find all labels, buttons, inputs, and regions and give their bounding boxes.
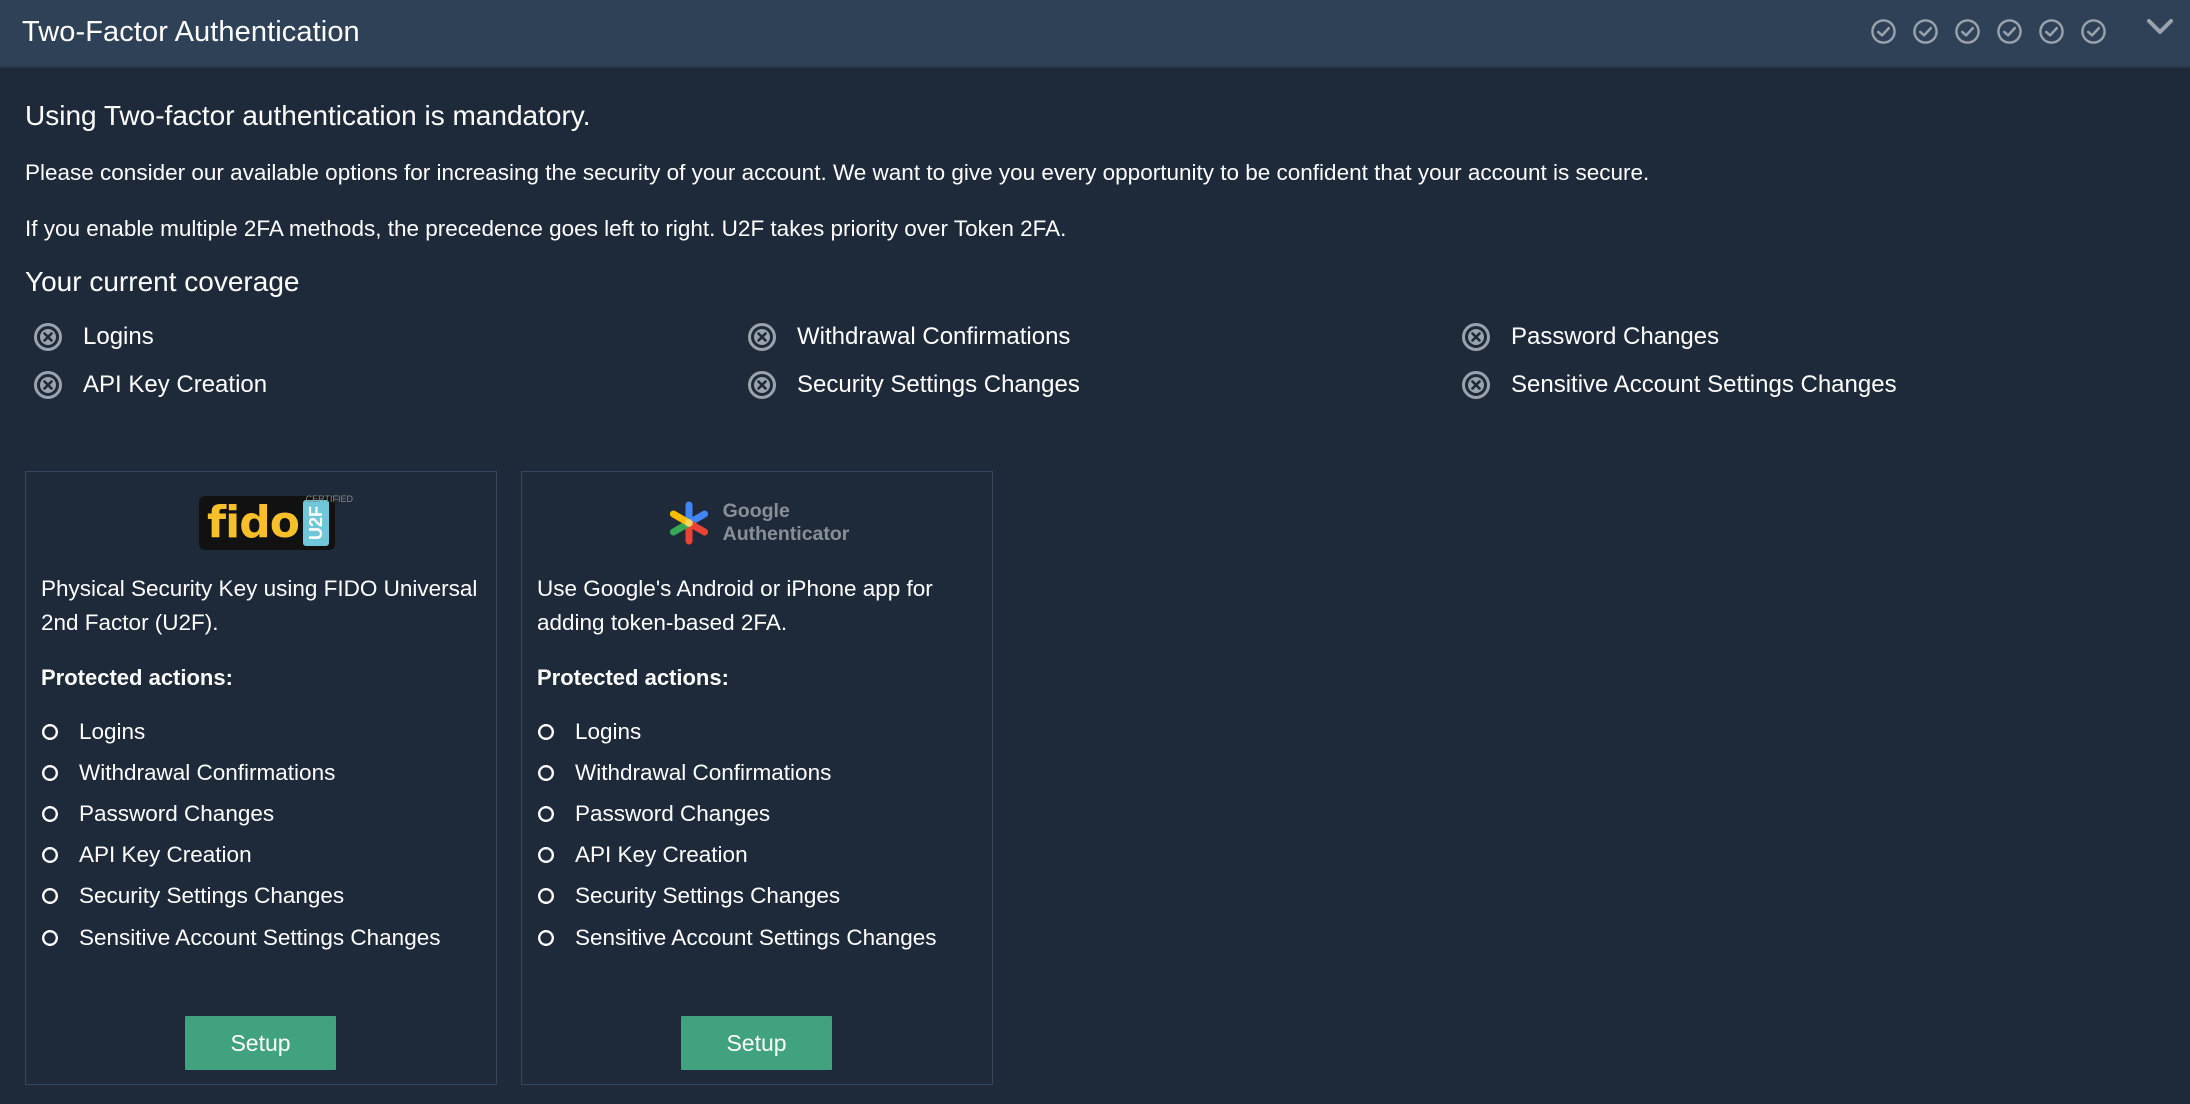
circle-icon (537, 888, 555, 905)
list-item: Sensitive Account Settings Changes (537, 917, 936, 958)
protected-actions-list: Logins Withdrawal Confirmations Password… (537, 711, 936, 958)
logo-line-google: Google (722, 500, 790, 522)
fido-logo-text: fido (207, 497, 300, 548)
coverage-item-password-changes: Password Changes (1461, 322, 1719, 352)
method-description: Physical Security Key using FIDO Univers… (41, 576, 478, 635)
coverage-label: Logins (83, 323, 154, 350)
coverage-item-logins: Logins (33, 322, 154, 352)
x-circle-icon (1462, 371, 1490, 399)
u2f-method-card: fido U2F CERTIFIED Physical Security Key… (25, 471, 497, 1085)
protected-actions-list: Logins Withdrawal Confirmations Password… (41, 711, 440, 958)
circle-icon (41, 764, 59, 781)
google-authenticator-method-card: Google Authenticator Use Google's Androi… (521, 471, 993, 1085)
logo-container: Google Authenticator (522, 494, 992, 552)
panel-title: Two-Factor Authentication (22, 16, 360, 48)
circle-icon (41, 805, 59, 822)
x-circle-icon (34, 323, 62, 351)
coverage-title: Your current coverage (25, 266, 300, 297)
list-item: Logins (41, 711, 440, 752)
u2f-logo-badge: U2F (302, 500, 329, 546)
action-label: Password Changes (79, 800, 275, 826)
circle-icon (537, 805, 555, 822)
precedence-paragraph: If you enable multiple 2FA methods, the … (25, 216, 1067, 241)
circle-icon (41, 888, 59, 905)
u2f-setup-button[interactable]: Setup (185, 1016, 336, 1070)
check-circle-icon (2039, 19, 2064, 44)
list-item: Password Changes (41, 793, 440, 834)
google-authenticator-logo: Google Authenticator (665, 499, 850, 547)
list-item: Security Settings Changes (537, 876, 936, 917)
action-label: API Key Creation (79, 842, 252, 868)
check-circle-icon (1955, 19, 1980, 44)
check-circle-icon (1913, 19, 1938, 44)
circle-icon (41, 847, 59, 864)
logo-container: fido U2F CERTIFIED (26, 494, 496, 552)
coverage-item-withdrawal-confirmations: Withdrawal Confirmations (747, 322, 1070, 352)
coverage-item-sensitive-account-settings-changes: Sensitive Account Settings Changes (1461, 370, 1897, 400)
list-item: Security Settings Changes (41, 876, 440, 917)
coverage-label: Password Changes (1511, 323, 1720, 350)
intro-paragraph: Please consider our available options fo… (25, 160, 1650, 185)
logo-line-authenticator: Authenticator (722, 523, 850, 545)
x-circle-icon (1462, 323, 1490, 351)
coverage-item-security-settings-changes: Security Settings Changes (747, 370, 1080, 400)
x-circle-icon (34, 371, 62, 399)
action-label: Logins (575, 718, 642, 744)
fido-u2f-logo: fido U2F CERTIFIED (199, 494, 353, 550)
action-label: Withdrawal Confirmations (79, 759, 336, 785)
status-icons (1870, 18, 2107, 45)
protected-actions-title: Protected actions: (41, 665, 233, 690)
google-authenticator-setup-button[interactable]: Setup (681, 1016, 832, 1070)
check-circle-icon (2081, 19, 2106, 44)
protected-actions-title: Protected actions: (537, 665, 729, 690)
list-item: API Key Creation (537, 835, 936, 876)
coverage-label: API Key Creation (83, 371, 268, 398)
panel-header[interactable]: Two-Factor Authentication (0, 0, 2190, 68)
list-item: API Key Creation (41, 835, 440, 876)
action-label: Sensitive Account Settings Changes (79, 924, 441, 950)
circle-icon (41, 723, 59, 740)
chevron-down-icon[interactable] (2145, 16, 2175, 38)
action-label: Password Changes (575, 800, 771, 826)
action-label: Security Settings Changes (79, 883, 345, 909)
method-description: Use Google's Android or iPhone app for a… (537, 576, 933, 635)
action-label: API Key Creation (575, 842, 748, 868)
google-authenticator-icon (669, 501, 708, 545)
circle-icon (537, 764, 555, 781)
circle-icon (537, 847, 555, 864)
coverage-label: Security Settings Changes (797, 371, 1080, 398)
certified-mark: CERTIFIED (305, 494, 353, 504)
list-item: Sensitive Account Settings Changes (41, 917, 440, 958)
check-circle-icon (1871, 19, 1896, 44)
action-label: Sensitive Account Settings Changes (575, 924, 937, 950)
x-circle-icon (748, 371, 776, 399)
circle-icon (537, 723, 555, 740)
mandatory-notice: Using Two-factor authentication is manda… (25, 100, 591, 131)
list-item: Logins (537, 711, 936, 752)
list-item: Withdrawal Confirmations (41, 752, 440, 793)
list-item: Withdrawal Confirmations (537, 752, 936, 793)
coverage-label: Sensitive Account Settings Changes (1511, 371, 1897, 398)
coverage-label: Withdrawal Confirmations (797, 323, 1071, 350)
circle-icon (537, 929, 555, 946)
circle-icon (41, 929, 59, 946)
list-item: Password Changes (537, 793, 936, 834)
action-label: Security Settings Changes (575, 883, 841, 909)
x-circle-icon (748, 323, 776, 351)
action-label: Withdrawal Confirmations (575, 759, 832, 785)
coverage-item-api-key-creation: API Key Creation (33, 370, 267, 400)
action-label: Logins (79, 718, 146, 744)
google-authenticator-wordmark: Google Authenticator (723, 500, 850, 546)
check-circle-icon (1997, 19, 2022, 44)
